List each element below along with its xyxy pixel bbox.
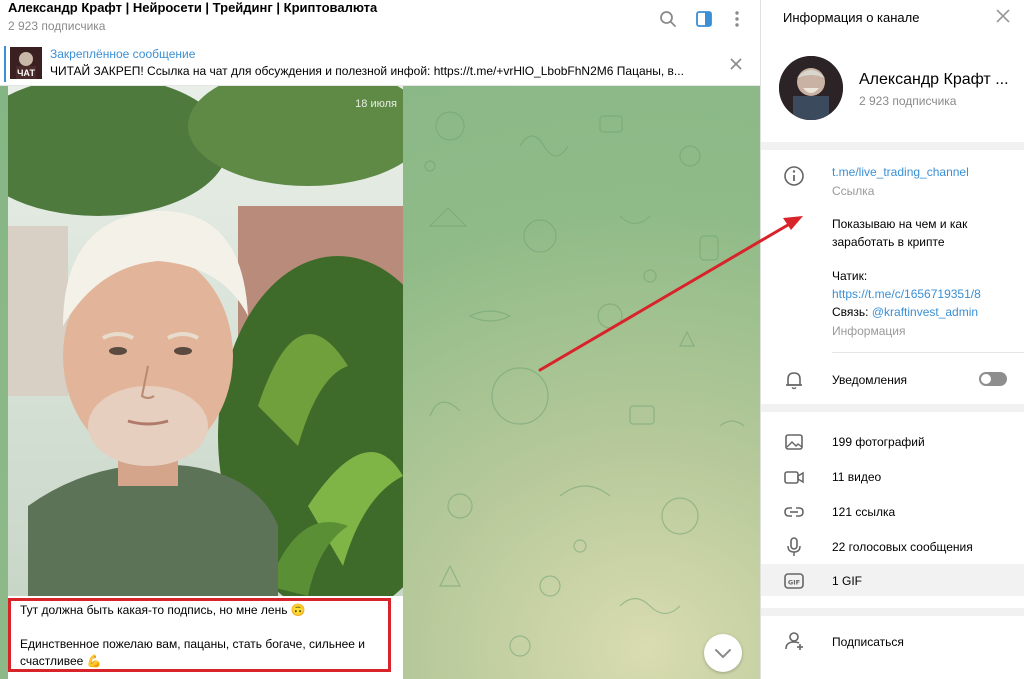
contact-row: Связь: @kraftinvest_admin: [832, 305, 978, 319]
media-label: 22 голосовых сообщения: [832, 540, 973, 554]
bell-icon: [786, 372, 802, 390]
photo-image: [8, 86, 403, 596]
message-photo[interactable]: 18 июля: [8, 86, 403, 596]
sidebar-toggle-icon[interactable]: [694, 9, 714, 29]
chat-background: 18 июля Тут должна быть какая-то подпись…: [0, 86, 760, 679]
caption-text: Тут должна быть какая-то подпись, но мне…: [20, 602, 385, 670]
media-label: 1 GIF: [832, 574, 863, 588]
toggle-knob: [981, 374, 991, 384]
notifications-label: Уведомления: [832, 373, 908, 387]
subscriber-count: 2 923 подписчика: [8, 19, 106, 33]
contact-label: Связь:: [832, 305, 869, 319]
pinned-message-bar[interactable]: ЧАТ Закреплённое сообщение ЧИТАЙ ЗАКРЕП!…: [0, 42, 760, 86]
media-label: 199 фотографий: [832, 435, 925, 449]
divider: [761, 142, 1024, 150]
media-label: 11 видео: [832, 470, 882, 484]
subscribe-label: Подписаться: [832, 635, 904, 649]
description-line-2: заработать в крипте: [832, 235, 945, 249]
chat-header: Александр Крафт | Нейросети | Трейдинг |…: [0, 0, 760, 40]
channel-info-panel: Информация о канале Александр Крафт ... …: [760, 0, 1024, 679]
search-icon[interactable]: [658, 9, 678, 29]
chat-label: Чатик:: [832, 269, 868, 283]
gif-icon: GIF: [784, 573, 804, 589]
panel-title: Информация о канале: [783, 10, 920, 25]
avatar[interactable]: [779, 56, 843, 120]
video-icon: [784, 471, 804, 484]
pinned-thumb-label: ЧАТ: [17, 68, 35, 78]
close-icon[interactable]: [993, 6, 1013, 26]
pinned-text: ЧИТАЙ ЗАКРЕП! Ссылка на чат для обсужден…: [50, 64, 684, 78]
scroll-down-button[interactable]: [704, 634, 742, 672]
divider: [761, 404, 1024, 412]
channel-name: Александр Крафт ...: [859, 71, 1009, 88]
pinned-title: Закреплённое сообщение: [50, 47, 196, 61]
notifications-toggle[interactable]: [979, 372, 1007, 386]
microphone-icon: [787, 537, 801, 556]
avatar-image: [779, 56, 843, 120]
add-user-icon: [785, 632, 803, 650]
caption-line-2: Единственное пожелаю вам, пацаны, стать …: [20, 637, 365, 668]
photo-icon: [785, 434, 803, 450]
info-icon: [784, 166, 804, 186]
channel-subscribers: 2 923 подписчика: [859, 94, 957, 108]
link-icon: [784, 507, 804, 517]
close-icon[interactable]: [726, 54, 746, 74]
channel-link[interactable]: t.me/live_trading_channel: [832, 165, 969, 179]
svg-text:GIF: GIF: [788, 579, 800, 587]
chat-title[interactable]: Александр Крафт | Нейросети | Трейдинг |…: [8, 0, 377, 15]
channel-link-label: Ссылка: [832, 184, 875, 198]
divider: [761, 608, 1024, 616]
more-vertical-icon[interactable]: [727, 9, 747, 29]
pinned-thumbnail: ЧАТ: [10, 47, 42, 79]
chevron-down-icon: [715, 649, 731, 659]
message-date: 18 июля: [355, 98, 397, 110]
media-label: 121 ссылка: [832, 505, 896, 519]
message-caption: Тут должна быть какая-то подпись, но мне…: [8, 596, 403, 679]
description-line-1: Показываю на чем и как: [832, 217, 968, 231]
info-label: Информация: [832, 324, 906, 338]
caption-line-1: Тут должна быть какая-то подпись, но мне…: [20, 603, 306, 617]
contact-handle[interactable]: @kraftinvest_admin: [872, 305, 978, 319]
divider: [832, 352, 1024, 353]
chat-link[interactable]: https://t.me/c/1656719351/8: [832, 287, 981, 301]
pinned-indicator: [4, 46, 6, 82]
